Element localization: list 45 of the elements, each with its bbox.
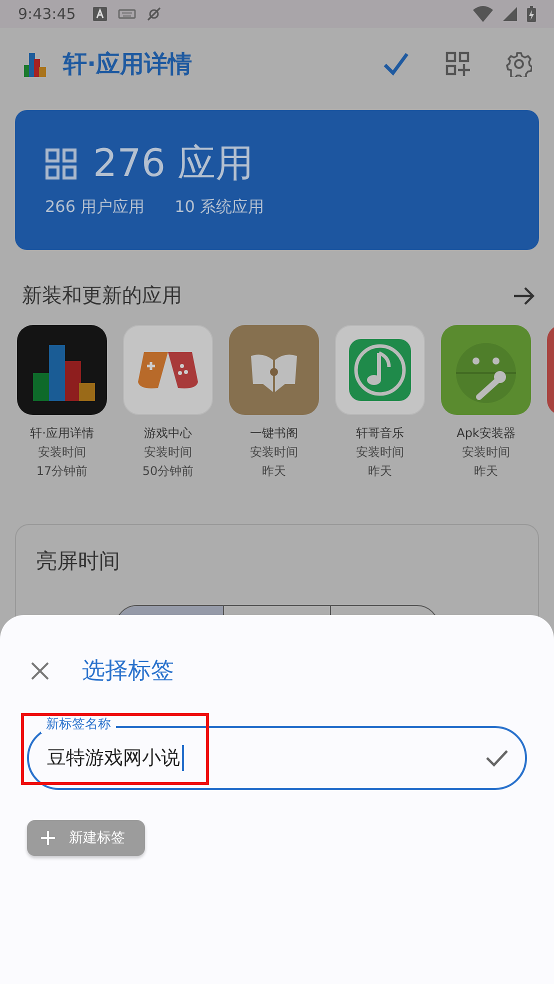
tag-name-field[interactable]: 新标签名称 豆特游戏网小说: [27, 714, 527, 790]
system-app-count: 10 系统应用: [174, 197, 264, 218]
install-time: 昨天: [368, 463, 392, 480]
signal-icon: [503, 7, 517, 21]
field-label: 新标签名称: [41, 715, 116, 733]
app-name: 轩哥音乐: [356, 425, 404, 442]
close-icon[interactable]: [30, 660, 50, 680]
app-name: Apk安装器: [456, 425, 516, 442]
grid-icon: [45, 148, 77, 180]
summary-card[interactable]: 276 应用 266 用户应用 10 系统应用: [15, 110, 539, 250]
app-title: 轩·应用详情: [63, 49, 192, 80]
install-time: 昨天: [474, 463, 498, 480]
checkmark-icon[interactable]: [382, 50, 410, 78]
status-time: 9:43:45: [18, 5, 76, 23]
install-time: 17分钟前: [36, 463, 88, 480]
install-time-label: 安装时间: [38, 444, 86, 461]
book-app-icon[interactable]: [229, 325, 319, 415]
android-wrench-app-icon[interactable]: [441, 325, 531, 415]
install-time: 昨天: [262, 463, 286, 480]
bar-chart-app-icon[interactable]: [17, 325, 107, 415]
card-title: 亮屏时间: [36, 548, 121, 575]
user-app-count: 266 用户应用: [45, 197, 145, 218]
install-time-label: 安装时间: [462, 444, 510, 461]
keyboard-a-icon: [92, 6, 108, 22]
install-time-label: 安装时间: [144, 444, 192, 461]
checkmark-icon[interactable]: [485, 748, 509, 768]
field-value: 豆特游戏网小说: [47, 746, 180, 771]
section-title: 新装和更新的应用: [22, 282, 183, 309]
app-name: 游戏中心: [144, 425, 192, 442]
battery-icon: [527, 6, 536, 22]
gamepad-app-icon[interactable]: [123, 325, 213, 415]
music-note-app-icon[interactable]: [335, 325, 425, 415]
sheet-title: 选择标签: [82, 657, 174, 686]
app-name: 轩·应用详情: [30, 425, 94, 442]
install-time-label: 安装时间: [250, 444, 298, 461]
app-count: 276 应用: [93, 140, 254, 187]
app-name: 一键书阁: [250, 425, 298, 442]
install-time: 50分钟前: [142, 463, 194, 480]
settings-icon[interactable]: [506, 51, 532, 77]
install-time-label: 安装时间: [356, 444, 404, 461]
keyboard-icon: [118, 8, 136, 20]
app-logo-icon: [22, 51, 48, 77]
wifi-icon: [473, 6, 493, 22]
grid-add-icon[interactable]: [445, 51, 471, 77]
plus-icon: [41, 831, 55, 845]
